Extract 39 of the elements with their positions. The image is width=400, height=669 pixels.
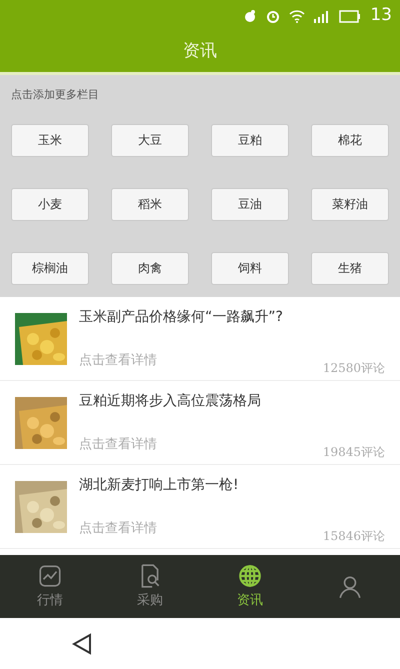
news-subtitle: 点击查看详情 [79, 352, 157, 370]
back-icon[interactable] [72, 632, 92, 654]
channel-button[interactable]: 大豆 [111, 124, 189, 156]
news-title: 湖北新麦打响上市第一枪! [79, 476, 240, 494]
notification-icon [243, 9, 258, 23]
news-item[interactable]: 豆粕近期将步入高位震荡格局 点击查看详情 19845评论 [0, 381, 400, 465]
channel-button[interactable]: 豆油 [211, 188, 289, 220]
channel-button[interactable]: 生猪 [311, 252, 389, 284]
channel-hint: 点击添加更多栏目 [11, 87, 100, 103]
signal-icon [314, 10, 330, 22]
tab[interactable]: 资讯 [200, 555, 300, 618]
channel-button[interactable]: 玉米 [11, 124, 89, 156]
channel-button[interactable]: 稻米 [111, 188, 189, 220]
battery-icon [339, 10, 362, 22]
alarm-icon [266, 9, 280, 23]
news-subtitle: 点击查看详情 [79, 520, 157, 538]
user-icon [337, 574, 363, 600]
channel-button[interactable]: 小麦 [11, 188, 89, 220]
channel-button[interactable]: 豆粕 [211, 124, 289, 156]
channel-button[interactable]: 肉禽 [111, 252, 189, 284]
globe-icon [237, 562, 263, 589]
news-item[interactable]: 玉米副产品价格缘何“一路飙升”? 点击查看详情 12580评论 [0, 297, 400, 381]
tab[interactable]: 行情 [0, 555, 100, 618]
comment-count: 15846评论 [322, 528, 385, 544]
wifi-icon [289, 10, 306, 22]
comment-count: 12580评论 [322, 360, 385, 376]
channel-button[interactable]: 棉花 [311, 124, 389, 156]
page-title: 资讯 [183, 40, 217, 64]
news-title: 玉米副产品价格缘何“一路飙升”? [79, 308, 284, 326]
channel-button[interactable]: 菜籽油 [311, 188, 389, 220]
channel-button[interactable]: 棕榈油 [11, 252, 89, 284]
chart-icon [37, 562, 63, 589]
channel-button[interactable]: 饲料 [211, 252, 289, 284]
news-title: 豆粕近期将步入高位震荡格局 [79, 392, 262, 410]
news-item[interactable]: 湖北新麦打响上市第一枪! 点击查看详情 15846评论 [0, 465, 400, 549]
tab[interactable]: 采购 [100, 555, 200, 618]
comment-count: 19845评论 [322, 444, 385, 460]
news-subtitle: 点击查看详情 [79, 436, 157, 454]
status-time: 13 [370, 4, 392, 28]
